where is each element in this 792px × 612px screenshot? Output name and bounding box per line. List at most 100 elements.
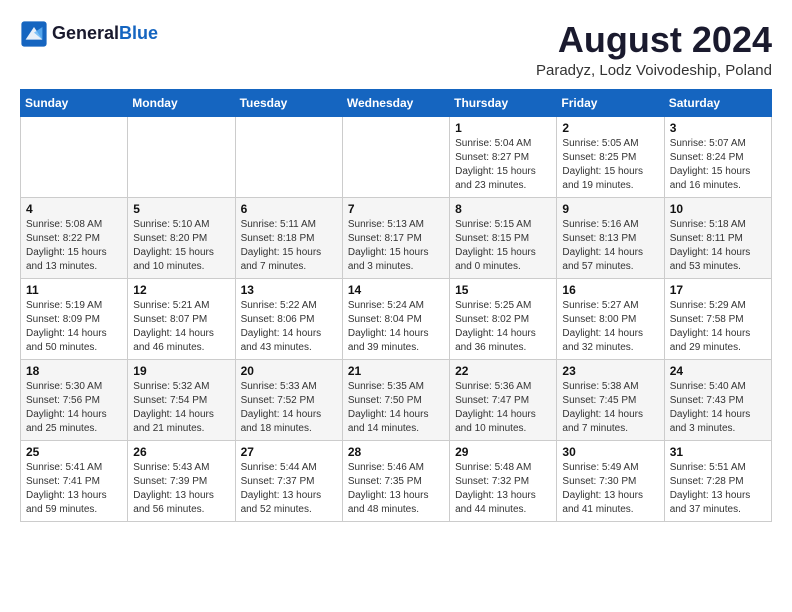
day-cell: 15Sunrise: 5:25 AM Sunset: 8:02 PM Dayli… — [450, 278, 557, 359]
day-cell: 20 Sunrise: 5:33 AM Sunset: 7:52 PM Dayli… — [235, 359, 342, 440]
day-cell — [235, 116, 342, 197]
day-number: 31 — [670, 445, 766, 459]
day-header-friday: Friday — [557, 89, 664, 116]
day-number: 4 — [26, 202, 122, 216]
day-info: Sunrise: 5:18 AM Sunset: 8:11 PM Dayligh… — [670, 218, 766, 274]
day-info: Sunrise: 5:49 AM Sunset: 7:30 PM Dayligh… — [562, 461, 658, 517]
day-number: 11 — [26, 283, 122, 297]
day-info: Sunrise: 5:24 AM Sunset: 8:04 PM Dayligh… — [348, 299, 444, 355]
day-number: 27 — [241, 445, 337, 459]
day-number: 28 — [348, 445, 444, 459]
day-cell — [342, 116, 449, 197]
day-cell: 1Sunrise: 5:04 AM Sunset: 8:27 PM Daylig… — [450, 116, 557, 197]
day-info: Sunrise: 5:41 AM Sunset: 7:41 PM Dayligh… — [26, 461, 122, 517]
day-cell: 11 Sunrise: 5:19 AM Sunset: 8:09 PM Dayli… — [21, 278, 128, 359]
day-cell: 10 Sunrise: 5:18 AM Sunset: 8:11 PM Dayli… — [664, 197, 771, 278]
day-number: 10 — [670, 202, 766, 216]
day-cell: 22 Sunrise: 5:36 AM Sunset: 7:47 PM Dayli… — [450, 359, 557, 440]
day-cell: 28 Sunrise: 5:46 AM Sunset: 7:35 PM Dayli… — [342, 440, 449, 521]
day-number: 13 — [241, 283, 337, 297]
day-info: Sunrise: 5:13 AM Sunset: 8:17 PM Dayligh… — [348, 218, 444, 274]
day-cell: 27 Sunrise: 5:44 AM Sunset: 7:37 PM Dayli… — [235, 440, 342, 521]
day-info: Sunrise: 5:48 AM Sunset: 7:32 PM Dayligh… — [455, 461, 551, 517]
day-info: Sunrise: 5:51 AM Sunset: 7:28 PM Dayligh… — [670, 461, 766, 517]
day-cell — [128, 116, 235, 197]
day-cell: 26 Sunrise: 5:43 AM Sunset: 7:39 PM Dayli… — [128, 440, 235, 521]
day-cell — [21, 116, 128, 197]
day-number: 19 — [133, 364, 229, 378]
calendar-header: SundayMondayTuesdayWednesdayThursdayFrid… — [21, 89, 772, 116]
day-info: Sunrise: 5:22 AM Sunset: 8:06 PM Dayligh… — [241, 299, 337, 355]
calendar-body: 1Sunrise: 5:04 AM Sunset: 8:27 PM Daylig… — [21, 116, 772, 521]
day-cell: 17Sunrise: 5:29 AM Sunset: 7:58 PM Dayli… — [664, 278, 771, 359]
day-number: 7 — [348, 202, 444, 216]
day-info: Sunrise: 5:21 AM Sunset: 8:07 PM Dayligh… — [133, 299, 229, 355]
logo-icon — [20, 20, 48, 48]
day-info: Sunrise: 5:46 AM Sunset: 7:35 PM Dayligh… — [348, 461, 444, 517]
day-cell: 24 Sunrise: 5:40 AM Sunset: 7:43 PM Dayli… — [664, 359, 771, 440]
week-row-1: 1Sunrise: 5:04 AM Sunset: 8:27 PM Daylig… — [21, 116, 772, 197]
day-number: 29 — [455, 445, 551, 459]
day-header-wednesday: Wednesday — [342, 89, 449, 116]
day-number: 15 — [455, 283, 551, 297]
calendar-table: SundayMondayTuesdayWednesdayThursdayFrid… — [20, 89, 772, 522]
day-number: 20 — [241, 364, 337, 378]
week-row-5: 25 Sunrise: 5:41 AM Sunset: 7:41 PM Dayli… — [21, 440, 772, 521]
day-number: 26 — [133, 445, 229, 459]
day-number: 3 — [670, 121, 766, 135]
day-info: Sunrise: 5:38 AM Sunset: 7:45 PM Dayligh… — [562, 380, 658, 436]
day-info: Sunrise: 5:10 AM Sunset: 8:20 PM Dayligh… — [133, 218, 229, 274]
day-cell: 13 Sunrise: 5:22 AM Sunset: 8:06 PM Dayli… — [235, 278, 342, 359]
day-info: Sunrise: 5:36 AM Sunset: 7:47 PM Dayligh… — [455, 380, 551, 436]
day-header-saturday: Saturday — [664, 89, 771, 116]
day-number: 16 — [562, 283, 658, 297]
day-cell: 30Sunrise: 5:49 AM Sunset: 7:30 PM Dayli… — [557, 440, 664, 521]
week-row-2: 4 Sunrise: 5:08 AM Sunset: 8:22 PM Daylig… — [21, 197, 772, 278]
day-cell: 3Sunrise: 5:07 AM Sunset: 8:24 PM Daylig… — [664, 116, 771, 197]
day-cell: 16 Sunrise: 5:27 AM Sunset: 8:00 PM Dayli… — [557, 278, 664, 359]
day-info: Sunrise: 5:35 AM Sunset: 7:50 PM Dayligh… — [348, 380, 444, 436]
day-number: 24 — [670, 364, 766, 378]
month-year: August 2024 — [536, 20, 772, 60]
day-cell: 31 Sunrise: 5:51 AM Sunset: 7:28 PM Dayli… — [664, 440, 771, 521]
day-info: Sunrise: 5:11 AM Sunset: 8:18 PM Dayligh… — [241, 218, 337, 274]
day-number: 5 — [133, 202, 229, 216]
day-cell: 19Sunrise: 5:32 AM Sunset: 7:54 PM Dayli… — [128, 359, 235, 440]
day-info: Sunrise: 5:08 AM Sunset: 8:22 PM Dayligh… — [26, 218, 122, 274]
day-info: Sunrise: 5:33 AM Sunset: 7:52 PM Dayligh… — [241, 380, 337, 436]
day-info: Sunrise: 5:29 AM Sunset: 7:58 PM Dayligh… — [670, 299, 766, 355]
day-header-thursday: Thursday — [450, 89, 557, 116]
day-cell: 5 Sunrise: 5:10 AM Sunset: 8:20 PM Daylig… — [128, 197, 235, 278]
week-row-3: 11 Sunrise: 5:19 AM Sunset: 8:09 PM Dayli… — [21, 278, 772, 359]
header-row: SundayMondayTuesdayWednesdayThursdayFrid… — [21, 89, 772, 116]
day-info: Sunrise: 5:44 AM Sunset: 7:37 PM Dayligh… — [241, 461, 337, 517]
day-number: 9 — [562, 202, 658, 216]
day-cell: 2 Sunrise: 5:05 AM Sunset: 8:25 PM Daylig… — [557, 116, 664, 197]
day-cell: 9 Sunrise: 5:16 AM Sunset: 8:13 PM Daylig… — [557, 197, 664, 278]
day-header-monday: Monday — [128, 89, 235, 116]
day-info: Sunrise: 5:40 AM Sunset: 7:43 PM Dayligh… — [670, 380, 766, 436]
day-info: Sunrise: 5:27 AM Sunset: 8:00 PM Dayligh… — [562, 299, 658, 355]
day-info: Sunrise: 5:19 AM Sunset: 8:09 PM Dayligh… — [26, 299, 122, 355]
day-cell: 21 Sunrise: 5:35 AM Sunset: 7:50 PM Dayli… — [342, 359, 449, 440]
day-info: Sunrise: 5:05 AM Sunset: 8:25 PM Dayligh… — [562, 137, 658, 193]
day-number: 25 — [26, 445, 122, 459]
day-info: Sunrise: 5:43 AM Sunset: 7:39 PM Dayligh… — [133, 461, 229, 517]
day-number: 14 — [348, 283, 444, 297]
day-number: 22 — [455, 364, 551, 378]
day-cell: 7 Sunrise: 5:13 AM Sunset: 8:17 PM Daylig… — [342, 197, 449, 278]
day-number: 6 — [241, 202, 337, 216]
week-row-4: 18Sunrise: 5:30 AM Sunset: 7:56 PM Dayli… — [21, 359, 772, 440]
day-cell: 14 Sunrise: 5:24 AM Sunset: 8:04 PM Dayli… — [342, 278, 449, 359]
day-info: Sunrise: 5:04 AM Sunset: 8:27 PM Dayligh… — [455, 137, 551, 193]
day-cell: 4 Sunrise: 5:08 AM Sunset: 8:22 PM Daylig… — [21, 197, 128, 278]
location: Paradyz, Lodz Voivodeship, Poland — [536, 62, 772, 79]
day-number: 21 — [348, 364, 444, 378]
day-cell: 12Sunrise: 5:21 AM Sunset: 8:07 PM Dayli… — [128, 278, 235, 359]
day-info: Sunrise: 5:16 AM Sunset: 8:13 PM Dayligh… — [562, 218, 658, 274]
day-cell: 8Sunrise: 5:15 AM Sunset: 8:15 PM Daylig… — [450, 197, 557, 278]
title-section: August 2024 Paradyz, Lodz Voivodeship, P… — [536, 20, 772, 79]
day-number: 2 — [562, 121, 658, 135]
day-number: 23 — [562, 364, 658, 378]
day-cell: 6 Sunrise: 5:11 AM Sunset: 8:18 PM Daylig… — [235, 197, 342, 278]
